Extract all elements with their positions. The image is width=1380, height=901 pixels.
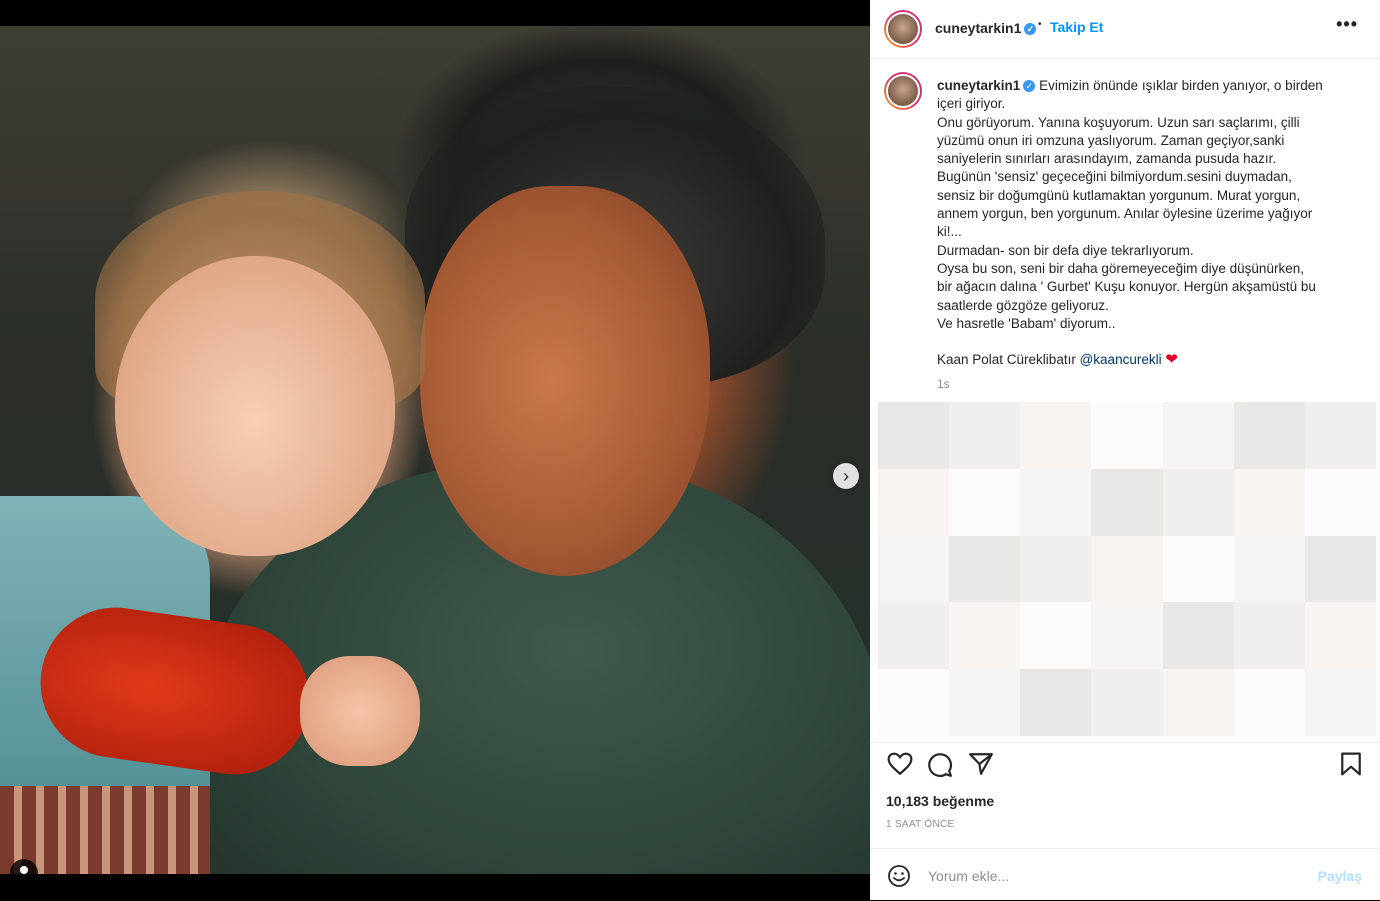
action-bar [870, 742, 1380, 783]
emoji-icon[interactable] [887, 864, 911, 888]
caption-signature: Kaan Polat Cüreklibatır [937, 352, 1076, 368]
blur-block [1304, 669, 1376, 736]
blur-block [1233, 535, 1305, 603]
caption-username[interactable]: cuneytarkin1 [937, 78, 1020, 93]
comment-bar: Paylaş [870, 848, 1380, 901]
blur-block [878, 535, 950, 603]
blur-block [1020, 402, 1092, 469]
heart-icon[interactable] [887, 752, 913, 776]
blur-block [949, 669, 1021, 736]
heart-emoji: ❤ [1165, 351, 1178, 369]
blur-block [1162, 468, 1234, 536]
caption-avatar[interactable] [884, 72, 922, 110]
blur-block [1020, 602, 1092, 670]
blur-block [1233, 402, 1305, 469]
caption-line: saniyelerin sınırları arasındayım, zaman… [937, 151, 1277, 167]
blur-block [1304, 602, 1376, 670]
caption-line: Bugünün 'sensiz' geçeceğini bilmiyordum.… [937, 169, 1292, 185]
comment-icon[interactable] [927, 752, 953, 778]
caption-line: yüzümü onun iri omzuna yaslıyorum. Zaman… [937, 132, 1285, 148]
blur-block [949, 402, 1021, 469]
comment-input[interactable] [926, 867, 1290, 885]
blur-block [1020, 468, 1092, 536]
share-icon[interactable] [968, 752, 994, 776]
blurred-comments-area [878, 402, 1376, 736]
blur-block [949, 468, 1021, 536]
caption-line: ki!... [937, 224, 962, 240]
chevron-right-icon: › [843, 465, 849, 486]
post-photo[interactable]: › [0, 26, 870, 874]
separator-dot: • [1038, 19, 1042, 30]
post-timestamp: 1 SAAT ÖNCE [886, 819, 955, 830]
post-comment-button[interactable]: Paylaş [1318, 868, 1362, 884]
blur-block [1091, 669, 1163, 736]
follow-button[interactable]: Takip Et [1050, 19, 1103, 35]
caption-line: annem yorgun, ben yorgunum. Anılar öyles… [937, 206, 1313, 222]
blur-block [1304, 535, 1376, 603]
caption-line: sensiz bir doğumgünü kutlamaktan yorgunu… [937, 187, 1301, 203]
like-count[interactable]: 10,183 beğenme [886, 793, 994, 809]
blur-block [1162, 602, 1234, 670]
blur-block [1162, 535, 1234, 603]
post-header: cuneytarkin1 ✓ • Takip Et ••• [870, 0, 1380, 59]
more-icon[interactable]: ••• [1336, 14, 1358, 35]
blur-block [1304, 468, 1376, 536]
blur-block [1091, 602, 1163, 670]
caption-line: Oysa bu son, seni bir daha göremeyeceğim… [937, 260, 1304, 276]
blur-block [949, 602, 1021, 670]
photo-child-face [115, 256, 395, 556]
tag-user-icon [20, 866, 28, 874]
verified-icon: ✓ [1023, 80, 1036, 92]
avatar[interactable] [884, 10, 922, 48]
blur-block [1162, 669, 1234, 736]
blur-block [1091, 468, 1163, 536]
next-slide-button[interactable]: › [833, 463, 859, 489]
caption-line: Ve hasretle 'Babam' diyorum.. [937, 315, 1116, 331]
blur-block [1304, 402, 1376, 469]
blur-block [1162, 402, 1234, 469]
post-username[interactable]: cuneytarkin1 ✓ [935, 20, 1037, 36]
blur-block [878, 669, 950, 736]
bookmark-icon[interactable] [1340, 752, 1362, 776]
caption-line: Durmadan- son bir defa diye tekrarlıyoru… [937, 242, 1194, 258]
blur-block [1233, 669, 1305, 736]
blur-block [1091, 402, 1163, 469]
blur-block [1233, 468, 1305, 536]
caption-line: bir ağacın dalına ' Gurbet' Kuşu konuyor… [937, 279, 1316, 295]
blur-block [1020, 535, 1092, 603]
blur-block [878, 468, 950, 536]
post-side-panel: cuneytarkin1 ✓ • Takip Et ••• cuneytarkin… [870, 0, 1380, 900]
caption-time: 1s [937, 377, 950, 391]
caption-line: Onu görüyorum. Yanına koşuyorum. Uzun sa… [937, 114, 1300, 130]
blur-block [878, 602, 950, 670]
blur-block [1091, 535, 1163, 603]
verified-icon: ✓ [1024, 23, 1037, 35]
caption-line: Evimizin önünde ışıklar birden yanıyor, … [1039, 78, 1323, 93]
blur-block [878, 402, 950, 469]
post-caption: cuneytarkin1 ✓ Evimizin önünde ışıklar bi… [937, 77, 1347, 370]
blur-block [949, 535, 1021, 603]
caption-line: içeri giriyor. [937, 96, 1006, 112]
caption-line: saatlerde gözgöze geliyoruz. [937, 297, 1109, 313]
blur-block [1020, 669, 1092, 736]
photo-child-hand [300, 656, 420, 766]
photo-man-face [420, 186, 710, 576]
mention-link[interactable]: @kaancurekli [1080, 352, 1162, 367]
blur-block [1233, 602, 1305, 670]
